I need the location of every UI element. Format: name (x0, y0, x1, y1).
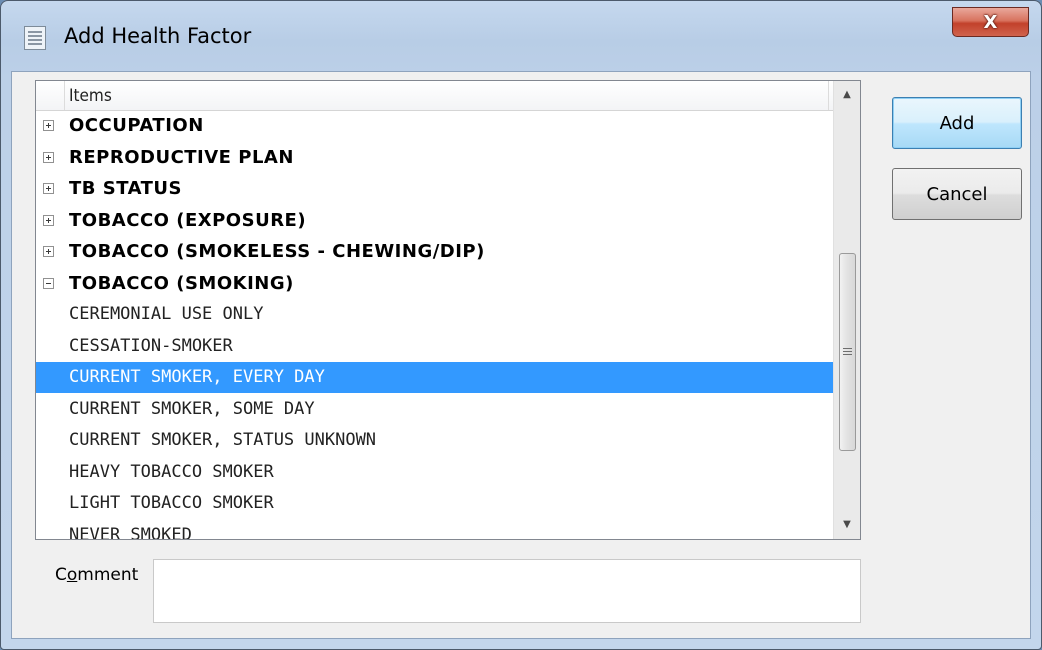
dialog-form-icon (24, 26, 46, 50)
expand-plus-icon[interactable] (43, 151, 54, 163)
comment-label-suffix: mment (77, 565, 139, 585)
tree-row-label: HEAVY TOBACCO SMOKER (69, 461, 274, 482)
tree-group-row[interactable]: TOBACCO (EXPOSURE) (36, 205, 833, 236)
cancel-button[interactable]: Cancel (892, 168, 1022, 220)
tree-row-label: CURRENT SMOKER, STATUS UNKNOWN (69, 430, 377, 450)
scroll-up-arrow-icon[interactable]: ▲ (834, 81, 860, 107)
title-bar[interactable]: Add Health Factor X (1, 1, 1041, 71)
vertical-scrollbar[interactable]: ▲ ▼ (833, 81, 860, 539)
expand-plus-icon[interactable] (43, 120, 54, 131)
tree-item-row[interactable]: CURRENT SMOKER, SOME DAY (36, 394, 833, 425)
dialog-title: Add Health Factor (64, 24, 252, 48)
comment-label: Comment (55, 565, 138, 585)
close-button[interactable]: X (952, 7, 1029, 37)
tree-row-label: TOBACCO (SMOKELESS - CHEWING/DIP) (69, 241, 485, 262)
comment-label-accelerator: o (66, 565, 78, 585)
tree-item-row[interactable]: NEVER SMOKED (36, 520, 833, 540)
header-expander-column (36, 81, 65, 110)
tree-item-row[interactable]: CURRENT SMOKER, STATUS UNKNOWN (36, 425, 833, 456)
expand-plus-icon[interactable] (43, 246, 54, 257)
tree-item-row[interactable]: CEREMONIAL USE ONLY (36, 299, 833, 330)
tree-group-row[interactable]: TB STATUS (36, 173, 833, 204)
scroll-thumb[interactable] (839, 253, 856, 451)
tree-row-label: CEREMONIAL USE ONLY (69, 304, 264, 324)
tree-item-row[interactable]: CURRENT SMOKER, EVERY DAY (36, 362, 833, 393)
scroll-grip-icon (843, 348, 852, 349)
tree-group-row[interactable]: TOBACCO (SMOKELESS - CHEWING/DIP) (36, 236, 833, 267)
tree-row-label: CESSATION-SMOKER (69, 335, 233, 356)
tree-row-label: LIGHT TOBACCO SMOKER (69, 493, 274, 513)
tree-row-label: NEVER SMOKED (69, 524, 192, 540)
tree-row-label: CURRENT SMOKER, SOME DAY (69, 398, 315, 419)
tree-row-label: CURRENT SMOKER, EVERY DAY (69, 367, 325, 387)
tree-row-label: TB STATUS (69, 178, 183, 199)
tree-row-label: TOBACCO (EXPOSURE) (69, 209, 307, 231)
comment-input[interactable] (153, 559, 861, 623)
scroll-down-arrow-icon[interactable]: ▼ (834, 511, 860, 537)
tree-group-row[interactable]: TOBACCO (SMOKING) (36, 268, 833, 299)
tree-row-label: TOBACCO (SMOKING) (69, 272, 294, 294)
tree-item-row[interactable]: LIGHT TOBACCO SMOKER (36, 488, 833, 519)
tree-group-row[interactable]: OCCUPATION (36, 110, 833, 141)
collapse-minus-icon[interactable] (43, 277, 54, 289)
tree-row-label: REPRODUCTIVE PLAN (69, 146, 294, 168)
tree-item-row[interactable]: CESSATION-SMOKER (36, 331, 833, 362)
expand-plus-icon[interactable] (43, 214, 54, 226)
add-button[interactable]: Add (892, 97, 1022, 149)
tree-item-row[interactable]: HEAVY TOBACCO SMOKER (36, 457, 833, 488)
column-divider (828, 81, 829, 110)
tree-column-header[interactable]: Items (36, 81, 833, 111)
expand-plus-icon[interactable] (43, 183, 54, 194)
comment-label-prefix: C (55, 565, 67, 585)
tree-group-row[interactable]: REPRODUCTIVE PLAN (36, 142, 833, 173)
column-header-items: Items (69, 86, 112, 106)
close-icon: X (983, 11, 998, 33)
tree-row-label: OCCUPATION (69, 115, 204, 136)
health-factor-tree[interactable]: Items OCCUPATION REPRODUCTIVE PLAN TB STAT… (35, 80, 861, 540)
